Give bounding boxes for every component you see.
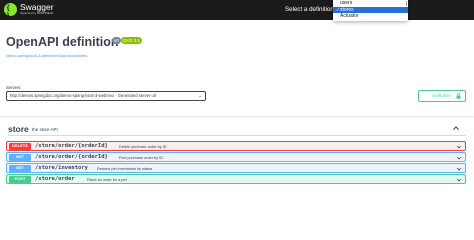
- operation-path: /store/order: [35, 176, 75, 182]
- servers-selected-value: http://demos.springdoc.org/demo-spring-b…: [10, 93, 157, 98]
- operation-get-order[interactable]: GET /store/order/{orderId} Find purchase…: [6, 152, 466, 162]
- method-badge: GET: [9, 154, 31, 161]
- oas-badge: OAS 3.1: [121, 37, 143, 44]
- operation-get-inventory[interactable]: GET /store/inventory Returns pet invento…: [6, 163, 466, 173]
- definition-dropdown[interactable]: users ✓stores Actuator: [333, 0, 408, 21]
- authorize-label: Authorize: [432, 93, 452, 98]
- method-badge: DELETE: [9, 143, 31, 150]
- option-label: stores: [340, 6, 354, 13]
- definition-select-label: Select a definition: [285, 6, 334, 13]
- logo-subtitle: Supported by SMARTBEAR: [20, 12, 54, 15]
- chevron-down-icon: ⌄: [198, 93, 202, 98]
- chevron-down-icon[interactable]: [456, 177, 462, 183]
- operation-path: /store/inventory: [35, 165, 88, 171]
- chevron-down-icon[interactable]: [456, 166, 462, 172]
- authorize-button[interactable]: Authorize: [418, 90, 466, 102]
- page-title: OpenAPI definition: [6, 35, 119, 49]
- operation-summary: Find purchase order by ID: [119, 155, 163, 160]
- method-badge: POST: [9, 176, 31, 183]
- version-badge: v0: [112, 37, 121, 44]
- tag-store-header[interactable]: store the store API: [8, 124, 466, 136]
- operation-delete-order[interactable]: DELETE /store/order/{orderId} Delete pur…: [6, 141, 466, 151]
- option-label: Actuator: [340, 13, 359, 20]
- tag-name: store: [8, 124, 29, 134]
- dropdown-scrollbar[interactable]: [405, 1, 407, 6]
- operation-summary: Delete purchase order by ID: [119, 144, 167, 149]
- operation-path: /store/order/{orderId}: [35, 154, 108, 160]
- definition-option-stores[interactable]: ✓stores: [333, 6, 408, 14]
- method-badge: GET: [9, 165, 31, 172]
- definition-option-actuator[interactable]: Actuator: [333, 13, 408, 20]
- chevron-down-icon[interactable]: [456, 144, 462, 150]
- tag-description: the store API: [32, 126, 58, 132]
- operation-post-order[interactable]: POST /store/order Place an order for a p…: [6, 174, 466, 184]
- logo-text: Swagger: [20, 2, 54, 12]
- chevron-down-icon[interactable]: [456, 155, 462, 161]
- swagger-logo[interactable]: Swagger Supported by SMARTBEAR: [4, 2, 54, 20]
- api-docs-link[interactable]: /demo-spring-boot-3-webmvc/v3/api-docs/s…: [6, 54, 87, 58]
- definition-option-users[interactable]: users: [333, 0, 408, 7]
- operation-path: /store/order/{orderId}: [35, 143, 108, 149]
- servers-select[interactable]: http://demos.springdoc.org/demo-spring-b…: [6, 91, 206, 101]
- servers-label: Servers: [6, 85, 21, 90]
- chevron-up-icon[interactable]: [451, 123, 461, 133]
- operation-summary: Returns pet inventories by status: [97, 166, 153, 171]
- option-label: users: [340, 0, 353, 6]
- operation-summary: Place an order for a pet: [87, 177, 127, 182]
- lock-icon: [456, 93, 461, 99]
- swagger-logo-icon: [4, 3, 17, 20]
